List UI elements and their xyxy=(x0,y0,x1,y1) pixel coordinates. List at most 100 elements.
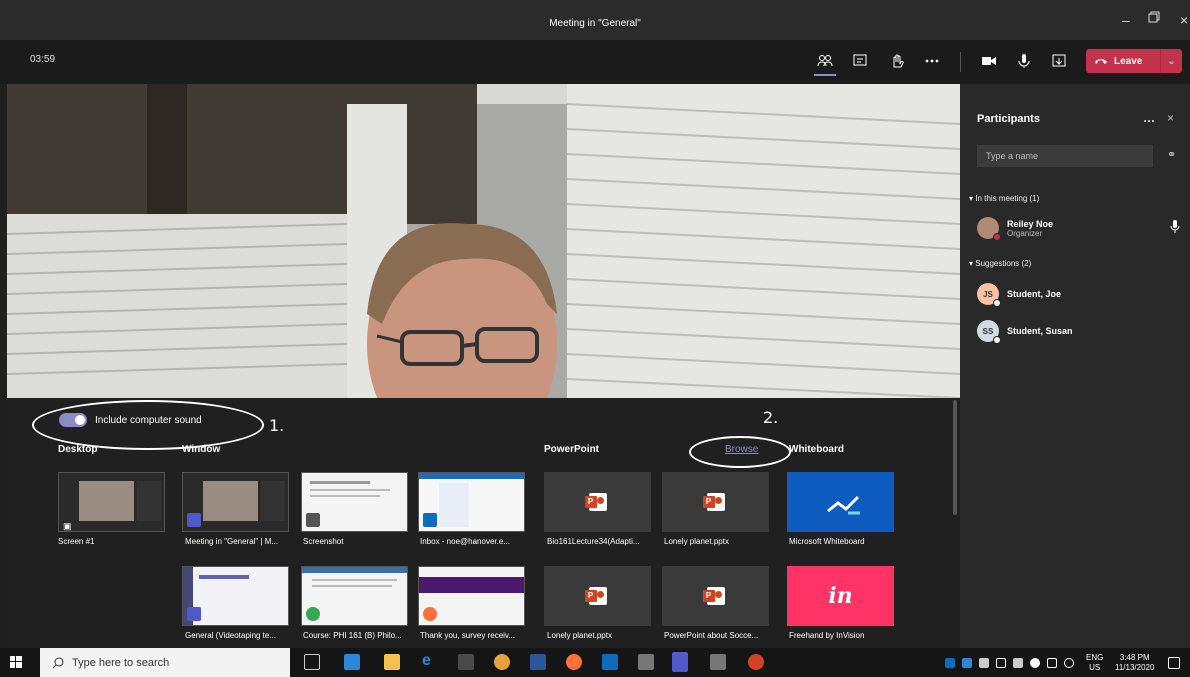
taskbar-search-placeholder: Type here to search xyxy=(72,656,170,669)
share-invite-link-icon[interactable]: ⚭ xyxy=(1167,148,1176,161)
share-tray-button[interactable] xyxy=(1048,50,1070,72)
snip-tool-icon xyxy=(306,513,320,527)
mic-button[interactable] xyxy=(1013,50,1035,72)
whiteboard-tile[interactable] xyxy=(787,472,894,532)
panel-title: Participants xyxy=(977,113,1040,125)
language-indicator[interactable]: ENG US xyxy=(1086,653,1103,673)
suggestion-item[interactable]: SS Student, Susan xyxy=(977,320,1073,344)
restore-icon[interactable] xyxy=(1148,10,1160,26)
edge-icon[interactable]: e xyxy=(422,652,438,669)
monitor-icon: ▣ xyxy=(63,521,72,531)
meeting-timer: 03:59 xyxy=(30,54,56,65)
camera-button[interactable] xyxy=(978,50,1000,72)
powerpoint-icon xyxy=(584,493,607,511)
include-sound-row[interactable]: Include computer sound xyxy=(59,413,202,427)
powerpoint-icon xyxy=(702,587,725,605)
clock[interactable]: 3:48 PM 11/13/2020 xyxy=(1115,653,1154,673)
task-view-icon[interactable] xyxy=(304,654,320,670)
participants-panel: Participants … × ⚭ ▾ In this meeting (1)… xyxy=(960,84,1190,648)
leave-button[interactable]: Leave ⌄ xyxy=(1086,49,1182,73)
powerpoint-item-label: PowerPoint about Socce... xyxy=(664,631,759,640)
network-icon[interactable] xyxy=(996,658,1006,668)
window-thumbnail[interactable] xyxy=(182,566,289,626)
status-badge xyxy=(993,299,1001,307)
search-icon xyxy=(52,657,64,668)
outlook-tray-icon[interactable] xyxy=(945,658,955,668)
teams-icon xyxy=(187,607,201,621)
participant-item[interactable]: Reiley Noe Organizer xyxy=(977,217,1053,241)
window-item-label: Inbox - noe@hanover.e... xyxy=(420,537,510,546)
window-thumbnail[interactable] xyxy=(418,566,525,626)
powerpoint-file-tile[interactable] xyxy=(662,472,769,532)
chrome-icon[interactable] xyxy=(494,654,510,670)
calculator-icon[interactable] xyxy=(638,654,654,670)
panel-close-icon[interactable]: × xyxy=(1167,111,1174,125)
minimize-icon[interactable]: – xyxy=(1122,12,1130,28)
mail-icon[interactable] xyxy=(344,654,360,670)
show-participants-button[interactable] xyxy=(814,50,836,72)
invision-tile[interactable]: in xyxy=(787,566,894,626)
more-icon xyxy=(925,59,939,63)
close-icon[interactable]: × xyxy=(1180,12,1188,28)
notifications-icon[interactable] xyxy=(1168,657,1180,669)
controls-divider xyxy=(960,52,961,72)
status-badge xyxy=(993,233,1001,241)
window-item-label: Course: PHI 161 (B) Philo... xyxy=(303,631,402,640)
microphone-tray-icon[interactable] xyxy=(1030,658,1040,668)
firefox-icon xyxy=(423,607,437,621)
window-thumbnail[interactable] xyxy=(418,472,525,532)
powerpoint-file-tile[interactable] xyxy=(544,472,651,532)
window-thumbnail[interactable] xyxy=(301,472,408,532)
people-icon xyxy=(817,55,833,67)
suggestion-item[interactable]: JS Student, Joe xyxy=(977,283,1061,307)
panel-more-icon[interactable]: … xyxy=(1143,111,1155,125)
taskbar: Type here to search e ENG US 3:48 PM 11/… xyxy=(0,648,1190,677)
window-thumbnail[interactable] xyxy=(182,472,289,532)
battery-icon[interactable] xyxy=(1047,658,1057,668)
more-actions-button[interactable] xyxy=(921,50,943,72)
hang-up-icon xyxy=(1095,59,1107,64)
window-thumbnail[interactable] xyxy=(301,566,408,626)
screen-thumbnail[interactable]: ▣ xyxy=(58,472,165,532)
raise-hand-button[interactable] xyxy=(886,50,908,72)
whiteboard-item-label: Microsoft Whiteboard xyxy=(789,537,865,546)
tray-app-icon[interactable] xyxy=(1013,658,1023,668)
tray-app-icon[interactable] xyxy=(979,658,989,668)
include-sound-label: Include computer sound xyxy=(95,414,202,426)
volume-icon[interactable] xyxy=(1064,658,1074,668)
video-feed xyxy=(7,84,960,398)
onedrive-icon[interactable] xyxy=(962,658,972,668)
window-item-label: Meeting in "General" | M... xyxy=(185,537,279,546)
powerpoint-section-header: PowerPoint xyxy=(544,444,600,455)
powerpoint-icon xyxy=(584,587,607,605)
windows-start-icon[interactable] xyxy=(10,656,22,671)
share-tray: Include computer sound 1. 2. Desktop Win… xyxy=(7,398,960,648)
status-badge xyxy=(993,336,1001,344)
app-icon[interactable] xyxy=(710,654,726,670)
teams-icon[interactable] xyxy=(672,652,688,672)
browse-link[interactable]: Browse xyxy=(725,444,758,455)
powerpoint-icon[interactable] xyxy=(748,654,764,670)
participant-search-input[interactable] xyxy=(977,145,1153,167)
include-sound-toggle[interactable] xyxy=(59,413,87,427)
suggestions-header[interactable]: ▾ Suggestions (2) xyxy=(969,259,1031,268)
outlook-icon xyxy=(423,513,437,527)
taskbar-search-box[interactable]: Type here to search xyxy=(40,648,290,677)
powerpoint-file-tile[interactable] xyxy=(544,566,651,626)
tray-scrollbar[interactable] xyxy=(953,400,957,515)
window-section-header: Window xyxy=(182,444,221,455)
file-explorer-icon[interactable] xyxy=(384,654,400,670)
avatar: SS xyxy=(977,320,1001,344)
show-conversation-button[interactable] xyxy=(849,50,871,72)
snip-tool-icon[interactable] xyxy=(458,654,474,670)
firefox-icon[interactable] xyxy=(566,654,582,670)
word-icon[interactable] xyxy=(530,654,546,670)
annotation-label-1: 1. xyxy=(269,416,285,435)
outlook-icon[interactable] xyxy=(602,654,618,670)
in-meeting-header[interactable]: ▾ In this meeting (1) xyxy=(969,194,1039,203)
powerpoint-file-tile[interactable] xyxy=(662,566,769,626)
invision-icon: in xyxy=(828,583,853,609)
participant-name: Student, Susan xyxy=(1007,326,1073,336)
window-item-label: Thank you, survey receiv... xyxy=(420,631,515,640)
leave-options-chevron-icon[interactable]: ⌄ xyxy=(1160,49,1182,73)
